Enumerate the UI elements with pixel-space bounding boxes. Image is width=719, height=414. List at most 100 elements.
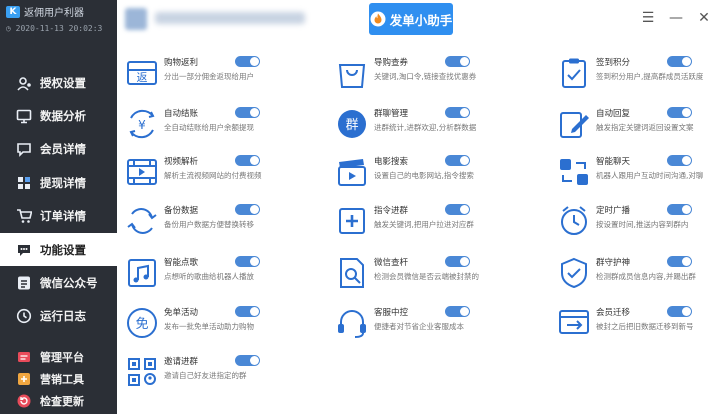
datetime-display: ◷ 2020-11-13 20:02:3 <box>6 24 111 33</box>
sidebar-item-label: 数据分析 <box>40 109 86 124</box>
feature-description: 关键词,淘口令,链接查找优惠券 <box>374 72 477 81</box>
sidebar-item-main-3[interactable]: 提现详情 <box>0 166 117 199</box>
shield-check-icon <box>557 256 591 290</box>
feature-card: 自动回复 触发指定关键词返回设置文案 <box>549 103 699 147</box>
feature-toggle[interactable] <box>445 204 470 215</box>
feature-description: 全自动结账给用户余额提现 <box>164 123 254 132</box>
feature-name: 定时广播 <box>596 206 631 216</box>
feature-toggle[interactable] <box>235 204 260 215</box>
feature-toggle[interactable] <box>667 204 692 215</box>
feature-toggle[interactable] <box>445 107 470 118</box>
svg-text:¥: ¥ <box>138 118 146 132</box>
feature-toggle[interactable] <box>235 256 260 267</box>
sidebar-item-main-6[interactable]: 微信公众号 <box>0 266 117 299</box>
feature-name: 视频解析 <box>164 157 199 167</box>
feature-name: 智能聊天 <box>596 157 631 167</box>
alarm-clock-icon <box>557 204 591 238</box>
feature-toggle[interactable] <box>235 355 260 366</box>
feature-card: 群 群聊管理 进群统计,进群欢迎,分析群数据 <box>327 103 477 147</box>
shopping-bag-icon <box>335 56 369 90</box>
sidebar-item-main-5[interactable]: 功能设置 <box>0 232 117 267</box>
sidebar-nav: 授权设置数据分析会员详情 提现详情 订单详情功能设置微信公众号运行日志 <box>0 66 117 333</box>
feature-description: 签到积分用户,提高群成员活跃度 <box>596 72 704 81</box>
return-box-icon: 返 <box>125 56 159 90</box>
feature-toggle[interactable] <box>445 56 470 67</box>
feature-description: 发布一批免单活动助力购物 <box>164 322 254 331</box>
feature-card: 会员迁移 被封之后把旧数据迁移到新号 <box>549 302 699 346</box>
feature-name: 会员迁移 <box>596 308 631 318</box>
feature-card: 备份数据 备份用户数据方便替换转移 <box>117 200 267 244</box>
sidebar-item-main-0[interactable]: 授权设置 <box>0 66 117 99</box>
feature-description: 便捷者对节省企业客服成本 <box>374 322 464 331</box>
sidebar-item-main-2[interactable]: 会员详情 <box>0 133 117 166</box>
movie-clapper-icon <box>335 155 369 189</box>
cart-icon <box>16 208 32 224</box>
feature-name: 群聊管理 <box>374 109 409 119</box>
flame-icon <box>370 11 386 27</box>
sidebar-item-main-7[interactable]: 运行日志 <box>0 300 117 333</box>
feature-name: 微信查杆 <box>374 258 409 268</box>
feature-card: 群守护神 检测群成员信息内容,并踢出群 <box>549 252 699 296</box>
sidebar-item-tool-2[interactable]: 检查更新 <box>0 390 117 412</box>
sidebar-item-tool-0[interactable]: 管理平台 <box>0 346 117 368</box>
tool-icon <box>16 371 32 387</box>
minimize-icon[interactable]: — <box>669 10 683 26</box>
feature-name: 导购查券 <box>374 58 409 68</box>
close-icon[interactable]: ✕ <box>697 10 711 26</box>
assistant-button[interactable]: 发单小助手 <box>369 3 453 35</box>
feature-card: 客服中控 便捷者对节省企业客服成本 <box>327 302 477 346</box>
datetime-text: 2020-11-13 20:02:3 <box>15 24 103 33</box>
sidebar-item-main-1[interactable]: 数据分析 <box>0 99 117 132</box>
feature-toggle[interactable] <box>235 155 260 166</box>
arrows-loop-icon <box>557 155 591 189</box>
feature-name: 购物返利 <box>164 58 199 68</box>
feature-name: 客服中控 <box>374 308 409 318</box>
header-bar: 发单小助手 ☰ — ✕ <box>117 0 719 40</box>
yuan-cycle-icon: ¥ <box>125 107 159 141</box>
feature-toggle[interactable] <box>667 306 692 317</box>
feature-description: 触发指定关键词返回设置文案 <box>596 123 694 132</box>
feature-toggle[interactable] <box>667 155 692 166</box>
headset-icon <box>335 306 369 340</box>
monitor-icon <box>16 108 32 124</box>
svg-text:免: 免 <box>135 317 148 332</box>
feature-toggle[interactable] <box>667 107 692 118</box>
sidebar-header: K 返佣用户利器 ◷ 2020-11-13 20:02:3 <box>0 0 117 40</box>
user-key-icon <box>16 75 32 91</box>
feature-toggle[interactable] <box>235 306 260 317</box>
window-controls: ☰ — ✕ <box>641 10 711 26</box>
feature-card: 电影搜索 设置自己的电影网站,指令搜索 <box>327 151 477 195</box>
sidebar-bottom-nav: 管理平台营销工具检查更新 <box>0 346 117 412</box>
feature-description: 机器人跟用户互动时间沟通,对聊 <box>596 171 704 180</box>
platform-icon <box>16 349 32 365</box>
feature-toggle[interactable] <box>445 256 470 267</box>
sidebar-item-label: 授权设置 <box>40 75 86 90</box>
feature-card: 签到积分 签到积分用户,提高群成员活跃度 <box>549 52 703 96</box>
clock-mini-icon: ◷ <box>6 24 16 33</box>
feature-name: 自动回复 <box>596 109 631 119</box>
feature-name: 智能点歌 <box>164 258 199 268</box>
menu-icon[interactable]: ☰ <box>641 10 655 26</box>
feature-toggle[interactable] <box>667 56 692 67</box>
sidebar-item-label: 运行日志 <box>40 309 86 324</box>
feature-toggle[interactable] <box>667 256 692 267</box>
app-title: 返佣用户利器 <box>24 8 84 19</box>
feature-toggle[interactable] <box>235 56 260 67</box>
refresh-icon <box>16 393 32 409</box>
feature-description: 点想听的歌曲给机器人播放 <box>164 272 254 281</box>
backup-icon <box>125 204 159 238</box>
feature-toggle[interactable] <box>445 155 470 166</box>
feature-card: ¥ 自动结账 全自动结账给用户余额提现 <box>117 103 267 147</box>
sidebar-item-label: 微信公众号 <box>40 276 98 291</box>
feature-toggle[interactable] <box>445 306 470 317</box>
sidebar-item-label: 功能设置 <box>40 242 86 257</box>
chat-bubble-icon <box>16 242 32 258</box>
feature-toggle[interactable] <box>235 107 260 118</box>
sidebar-item-label: 营销工具 <box>40 373 84 386</box>
wechat-icon <box>16 275 32 291</box>
sidebar-item-tool-1[interactable]: 营销工具 <box>0 368 117 390</box>
feature-name: 邀请进群 <box>164 357 199 367</box>
sidebar-item-main-4[interactable]: 订单详情 <box>0 200 117 233</box>
sidebar-item-label: 管理平台 <box>40 351 84 364</box>
feature-description: 按设置时间,推送内容到群内 <box>596 220 689 229</box>
